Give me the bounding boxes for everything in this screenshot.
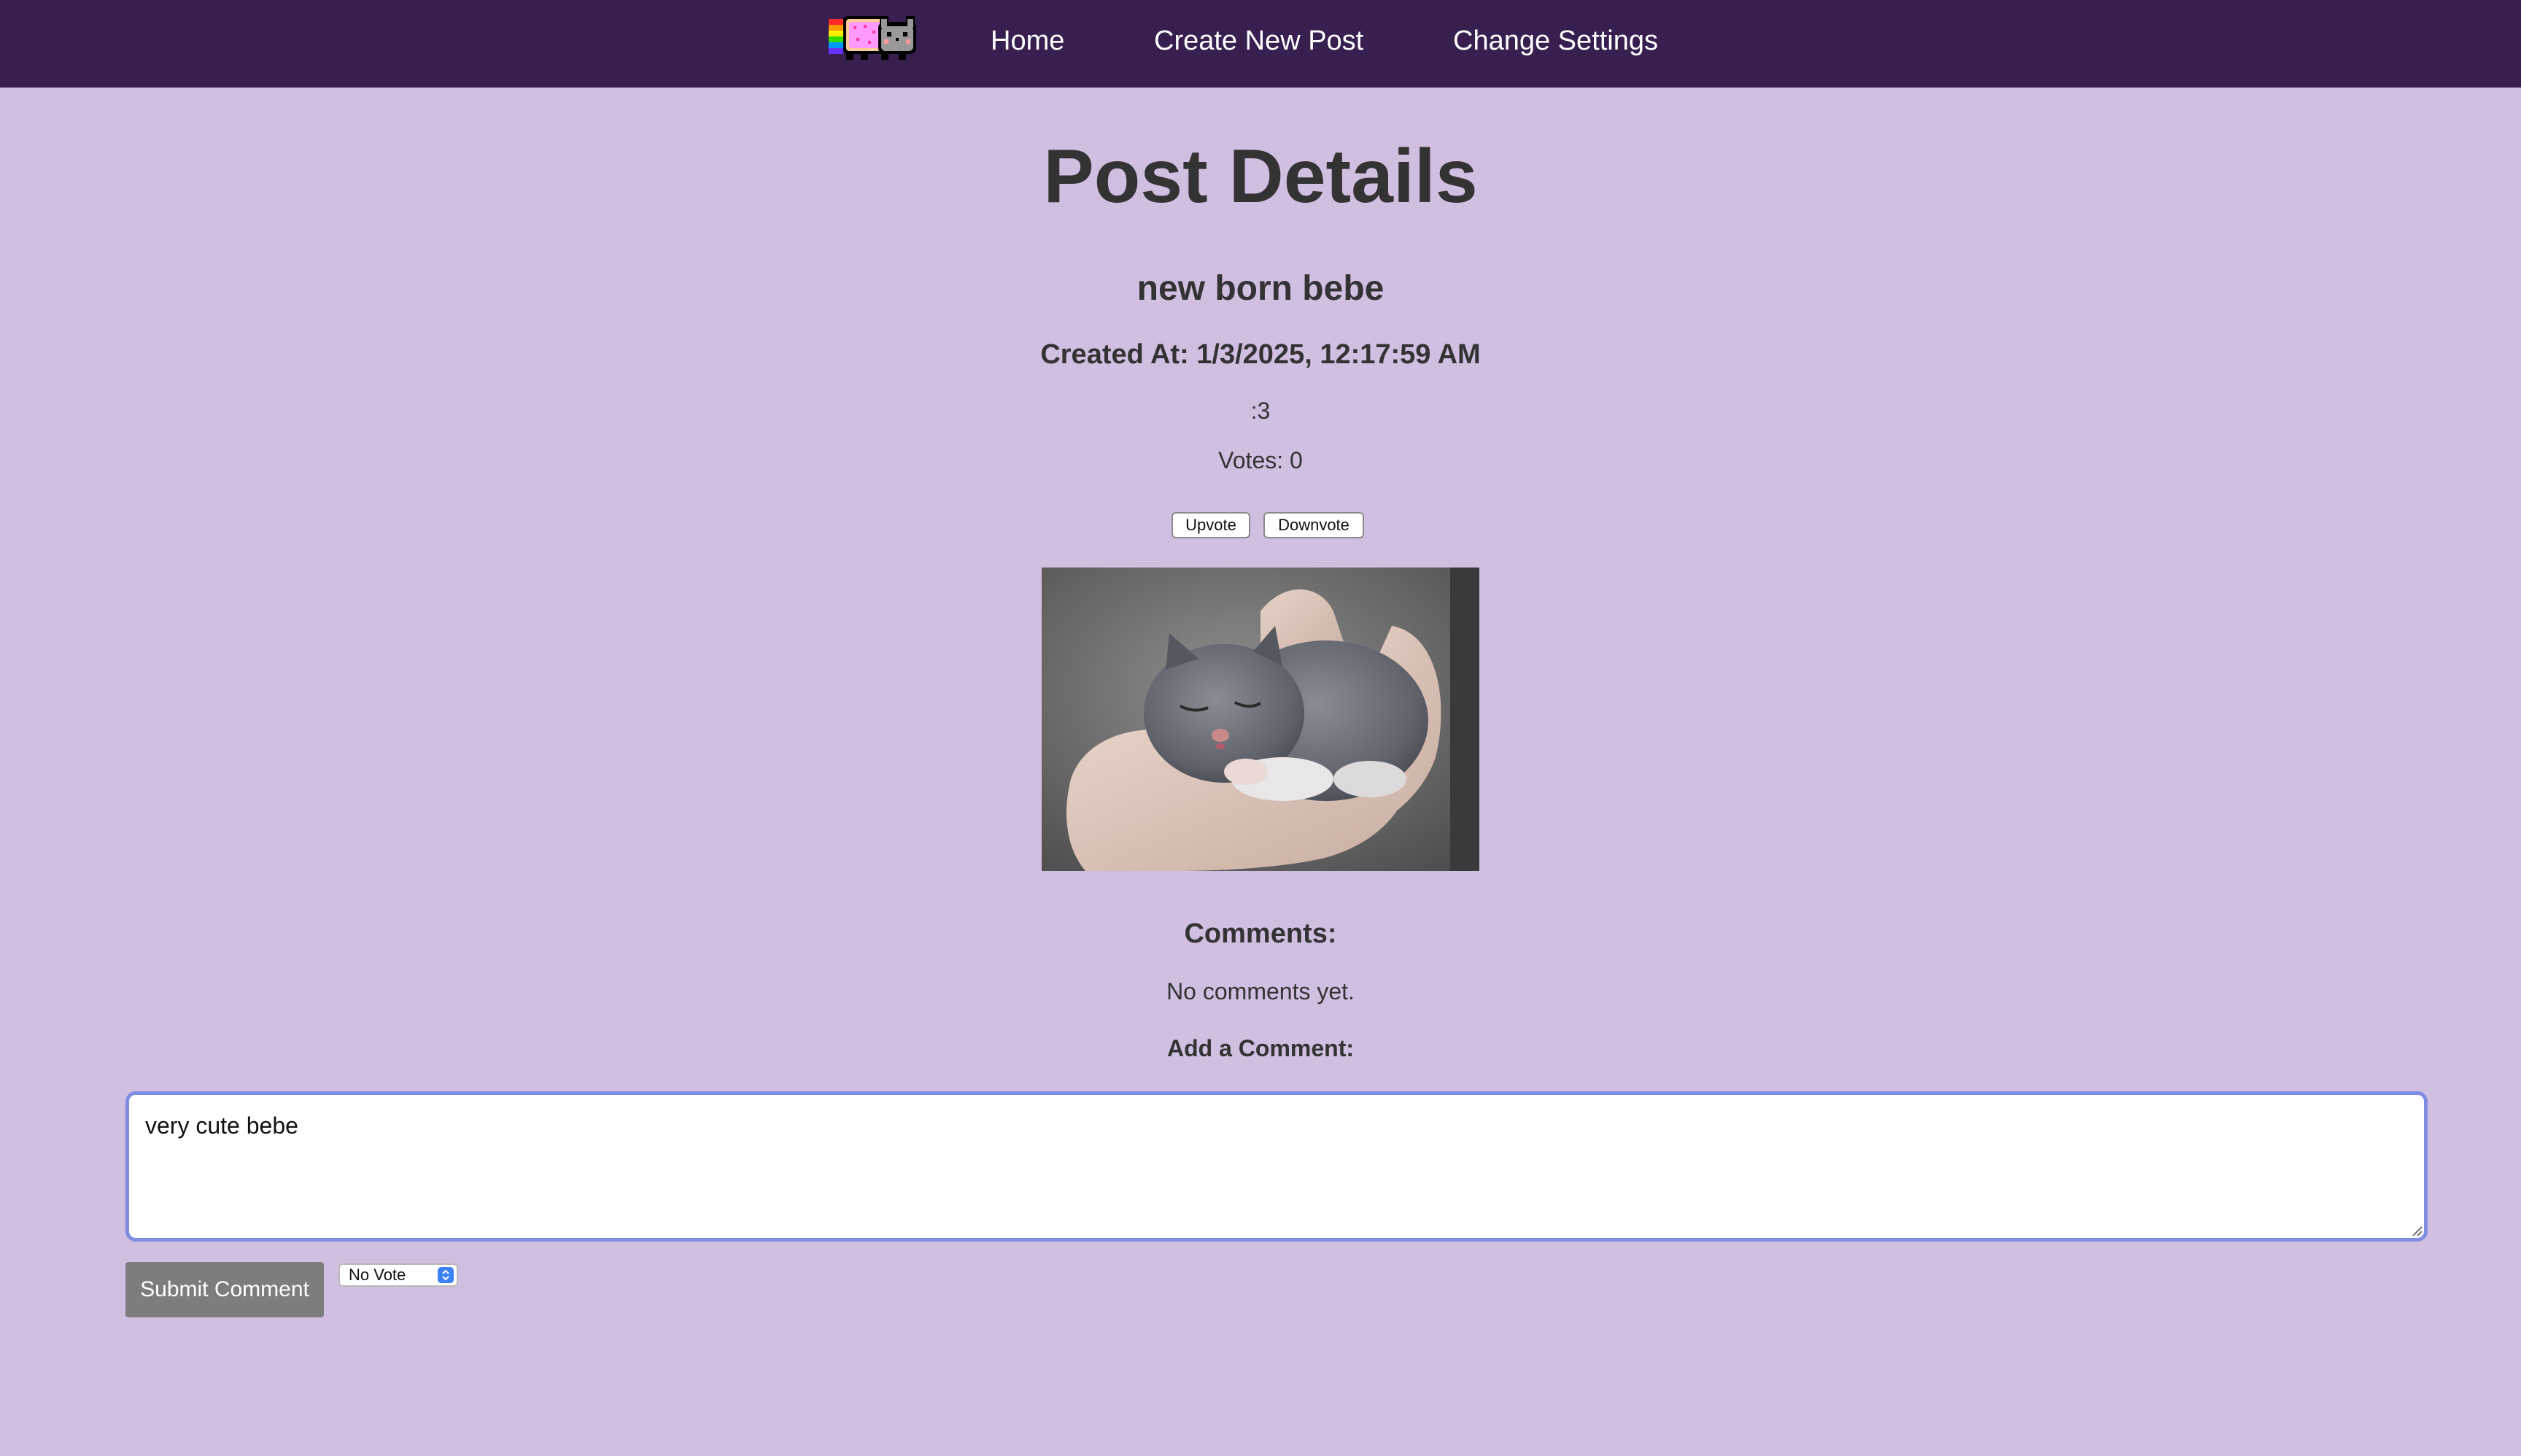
page-title: Post Details: [1043, 134, 1478, 219]
upvote-button[interactable]: Upvote: [1172, 512, 1250, 538]
nav-change-settings-link[interactable]: Change Settings: [1453, 22, 1658, 60]
nyan-cat-icon[interactable]: [829, 10, 934, 63]
post-created-at: Created At: 1/3/2025, 12:17:59 AM: [1040, 339, 1481, 370]
select-arrows-icon: [438, 1267, 454, 1283]
comment-vote-select[interactable]: No Vote: [338, 1263, 458, 1287]
post-title: new born bebe: [1136, 269, 1385, 308]
add-comment-label: Add a Comment:: [1167, 1035, 1354, 1061]
nav-create-post-link[interactable]: Create New Post: [1154, 22, 1363, 60]
top-navbar: Home Create New Post Change Settings: [0, 0, 2521, 88]
post-image: [1042, 568, 1479, 871]
resize-grip-icon[interactable]: [2410, 1224, 2423, 1237]
comments-heading: Comments:: [1184, 918, 1337, 949]
submit-comment-button[interactable]: Submit Comment: [125, 1262, 324, 1317]
nav-home-link[interactable]: Home: [991, 22, 1064, 60]
downvote-button[interactable]: Downvote: [1263, 512, 1364, 538]
no-comments-text: No comments yet.: [1166, 978, 1355, 1004]
vote-select-value: No Vote: [349, 1266, 406, 1284]
post-votes-count: Votes: 0: [1218, 447, 1303, 473]
comment-input[interactable]: very cute bebe: [125, 1091, 2428, 1242]
post-content: :3: [1250, 398, 1271, 424]
